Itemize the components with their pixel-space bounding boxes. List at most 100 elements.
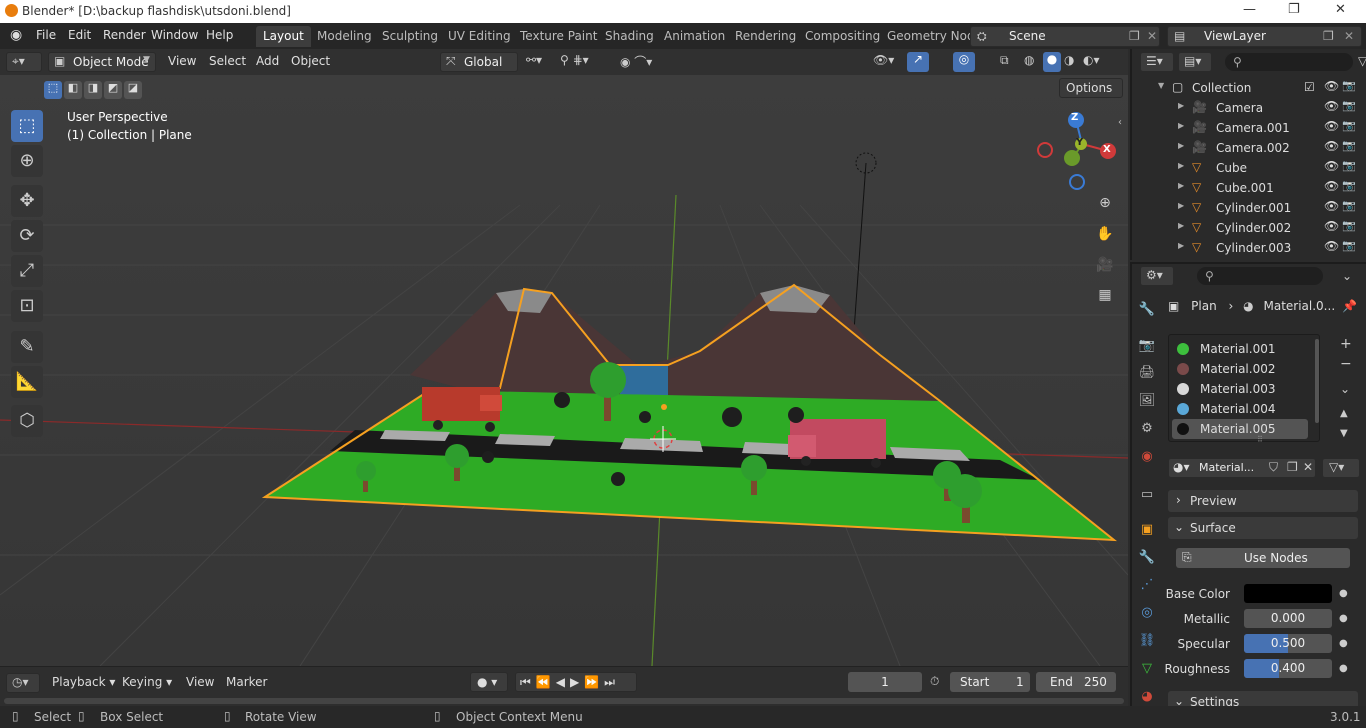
annotate-tool-icon[interactable]: ✎ bbox=[11, 331, 43, 363]
tab-shading[interactable]: Shading bbox=[598, 26, 661, 47]
move-tool-icon[interactable]: ✥ bbox=[11, 185, 43, 217]
mode-dropdown[interactable]: ▣ Object Mode ▼ bbox=[48, 52, 156, 72]
ortho-grid-icon[interactable]: ▦ bbox=[1094, 287, 1116, 309]
menu-keying[interactable]: Keying ▾ bbox=[122, 675, 172, 689]
camera-icon[interactable]: 📷 bbox=[1342, 119, 1356, 132]
chevron-down-icon[interactable]: ⌄ bbox=[1342, 269, 1352, 283]
outliner-item[interactable]: ▶ ▽ Cylinder.003 👁 📷 bbox=[1132, 238, 1366, 258]
outliner-item[interactable]: ▶ ▽ Cube.001 👁 📷 bbox=[1132, 178, 1366, 198]
sidebar-toggle-icon[interactable]: ‹ bbox=[1118, 117, 1122, 128]
camera-view-icon[interactable]: 🎥 bbox=[1094, 257, 1116, 279]
menu-file[interactable]: File bbox=[36, 28, 56, 42]
move-down-icon[interactable]: ▼ bbox=[1340, 428, 1348, 439]
measure-tool-icon[interactable]: 📐 bbox=[11, 366, 43, 398]
xray-icon[interactable]: ⧉ bbox=[1000, 53, 1009, 68]
property-field[interactable]: 0.400 bbox=[1244, 659, 1332, 678]
menu-edit[interactable]: Edit bbox=[68, 28, 91, 42]
scene-selector[interactable]: ⛭ Scene ❐ ✕ bbox=[970, 26, 1160, 47]
output-tab-icon[interactable]: 🖨 bbox=[1138, 365, 1156, 383]
collection-tab-icon[interactable]: ▭ bbox=[1138, 487, 1156, 505]
transport-icons[interactable]: ⏮⏪◀▶⏩⏭ bbox=[520, 675, 620, 690]
close-button[interactable]: ✕ bbox=[1335, 2, 1346, 17]
material-slot[interactable]: Material.002 bbox=[1172, 359, 1308, 379]
maximize-button[interactable]: ❐ bbox=[1288, 2, 1300, 17]
rendered-shading-icon[interactable]: ◐▾ bbox=[1083, 53, 1100, 67]
tab-uv-editing[interactable]: UV Editing bbox=[441, 26, 518, 47]
menu-add[interactable]: Add bbox=[256, 54, 279, 68]
data-tab-icon[interactable]: ▽ bbox=[1138, 661, 1156, 679]
solid-shading-icon[interactable]: ● bbox=[1043, 52, 1061, 72]
minimize-button[interactable]: — bbox=[1243, 2, 1256, 17]
expand-icon[interactable]: ▶ bbox=[1178, 181, 1184, 190]
scale-tool-icon[interactable]: ⤢ bbox=[11, 255, 43, 287]
current-frame-field[interactable]: 1 bbox=[848, 672, 922, 692]
expand-icon[interactable]: ▶ bbox=[1178, 141, 1184, 150]
eye-icon[interactable]: 👁 bbox=[1324, 219, 1339, 233]
slot-specials-icon[interactable]: ⌄ bbox=[1340, 382, 1350, 396]
camera-icon[interactable]: 📷 bbox=[1342, 179, 1356, 192]
zoom-icon[interactable]: ⊕ bbox=[1094, 195, 1116, 217]
surface-panel-header[interactable]: ⌄ Surface bbox=[1168, 517, 1358, 539]
close-icon[interactable]: ✕ bbox=[1147, 29, 1157, 43]
tab-texture-paint[interactable]: Texture Paint bbox=[513, 26, 604, 47]
tab-rendering[interactable]: Rendering bbox=[728, 26, 803, 47]
modifier-tab-icon[interactable]: 🔧 bbox=[1138, 550, 1156, 568]
property-field[interactable]: 0.000 bbox=[1244, 609, 1332, 628]
constraints-tab-icon[interactable]: ⛓ bbox=[1138, 633, 1156, 651]
camera-icon[interactable]: 📷 bbox=[1342, 219, 1356, 232]
camera-icon[interactable]: 📷 bbox=[1342, 159, 1356, 172]
select-extend-icon[interactable]: ◧ bbox=[64, 81, 82, 99]
cursor-tool-icon[interactable]: ⊕ bbox=[11, 145, 43, 177]
render-tab-icon[interactable]: 📷 bbox=[1138, 338, 1156, 356]
snap-icon[interactable]: ⚲ ⋕▾ bbox=[560, 53, 589, 67]
unlink-icon[interactable]: ✕ bbox=[1303, 460, 1313, 474]
move-up-icon[interactable]: ▲ bbox=[1340, 408, 1348, 419]
outliner-editor-type[interactable]: ☰▾ bbox=[1140, 52, 1174, 72]
display-mode-dropdown[interactable]: ▤▾ bbox=[1178, 52, 1212, 72]
keyframe-dot-icon[interactable]: ● bbox=[1339, 663, 1348, 674]
select-new-icon[interactable]: ⬚ bbox=[44, 81, 62, 99]
outliner-item[interactable]: ▶ ▽ Cube 👁 📷 bbox=[1132, 158, 1366, 178]
select-subtract-icon[interactable]: ◨ bbox=[84, 81, 102, 99]
select-invert-icon[interactable]: ◩ bbox=[104, 81, 122, 99]
select-intersect-icon[interactable]: ◪ bbox=[124, 81, 142, 99]
material-slot[interactable]: Material.003 bbox=[1172, 379, 1308, 399]
material-shading-icon[interactable]: ◑ bbox=[1064, 53, 1074, 67]
pan-hand-icon[interactable]: ✋ bbox=[1094, 226, 1116, 248]
use-nodes-button[interactable]: ⎘ Use Nodes bbox=[1176, 548, 1350, 568]
physics-tab-icon[interactable]: ◎ bbox=[1138, 605, 1156, 623]
camera-icon[interactable]: 📷 bbox=[1342, 199, 1356, 212]
close-icon[interactable]: ✕ bbox=[1344, 29, 1354, 43]
eye-icon[interactable]: 👁 bbox=[1324, 119, 1339, 133]
material-slot[interactable]: Material.004 bbox=[1172, 399, 1308, 419]
outliner-item[interactable]: ▶ 🎥 Camera.002 👁 📷 bbox=[1132, 138, 1366, 158]
tab-layout[interactable]: Layout bbox=[256, 26, 311, 47]
outliner-search-input[interactable]: ⚲ bbox=[1224, 52, 1354, 72]
link-dropdown[interactable]: ▽▾ bbox=[1322, 458, 1360, 478]
material-slot[interactable]: Material.005 bbox=[1172, 419, 1308, 439]
expand-icon[interactable]: ▼ bbox=[1158, 81, 1164, 90]
start-frame-field[interactable]: Start 1 bbox=[950, 672, 1030, 692]
editor-type-button[interactable]: ⌖▾ bbox=[6, 52, 42, 72]
menu-render[interactable]: Render bbox=[103, 28, 146, 42]
expand-icon[interactable]: ▶ bbox=[1178, 101, 1184, 110]
overlay-toggle-icon[interactable]: ◎ bbox=[953, 52, 975, 72]
outliner-item[interactable]: ▶ ▽ Cylinder.002 👁 📷 bbox=[1132, 218, 1366, 238]
world-tab-icon[interactable]: ◉ bbox=[1138, 449, 1156, 467]
menu-object[interactable]: Object bbox=[291, 54, 330, 68]
expand-icon[interactable]: ▶ bbox=[1178, 201, 1184, 210]
copy-icon[interactable]: ❐ bbox=[1323, 29, 1334, 43]
tool-tab-icon[interactable]: 🔧 bbox=[1138, 302, 1156, 320]
pivot-point-icon[interactable]: ⚯▾ bbox=[526, 53, 542, 67]
tab-animation[interactable]: Animation bbox=[657, 26, 732, 47]
transform-tool-icon[interactable]: ⊡ bbox=[11, 290, 43, 322]
3d-viewport[interactable]: Z X Y ⬚ ◧ ◨ ◩ ◪ User Perspective (1) Col… bbox=[0, 75, 1128, 666]
menu-window[interactable]: Window bbox=[151, 28, 198, 42]
menu-view[interactable]: View bbox=[168, 54, 196, 68]
transform-orientation-dropdown[interactable]: ⤧ Global bbox=[440, 52, 518, 72]
particles-tab-icon[interactable]: ⋰ bbox=[1138, 577, 1156, 595]
keyframe-dot-icon[interactable]: ● bbox=[1339, 613, 1348, 624]
expand-icon[interactable]: ▶ bbox=[1178, 161, 1184, 170]
options-dropdown[interactable]: Options bbox=[1059, 78, 1123, 98]
material-browse-icon[interactable]: ◕▾ bbox=[1173, 460, 1190, 474]
